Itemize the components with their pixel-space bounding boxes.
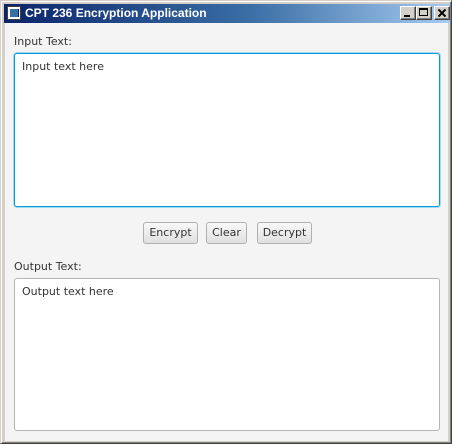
close-button[interactable] [434, 6, 450, 20]
clear-button[interactable]: Clear [206, 222, 247, 244]
output-placeholder: Output text here [22, 285, 114, 298]
input-textarea[interactable]: Input text here [14, 53, 440, 207]
output-textarea[interactable]: Output text here [14, 278, 440, 431]
app-icon[interactable] [7, 6, 21, 20]
content-pane: Input Text: Input text here Encrypt Clea… [5, 23, 448, 441]
window-title: CPT 236 Encryption Application [25, 6, 207, 20]
output-text-label: Output Text: [14, 260, 82, 273]
maximize-button[interactable] [416, 6, 432, 20]
input-placeholder: Input text here [22, 60, 104, 73]
input-text-label: Input Text: [14, 35, 72, 48]
minimize-button[interactable] [400, 6, 416, 20]
decrypt-button[interactable]: Decrypt [257, 222, 312, 244]
encrypt-button[interactable]: Encrypt [143, 222, 198, 244]
application-window: CPT 236 Encryption Application Input Tex… [0, 0, 452, 444]
title-bar[interactable]: CPT 236 Encryption Application [4, 4, 450, 23]
